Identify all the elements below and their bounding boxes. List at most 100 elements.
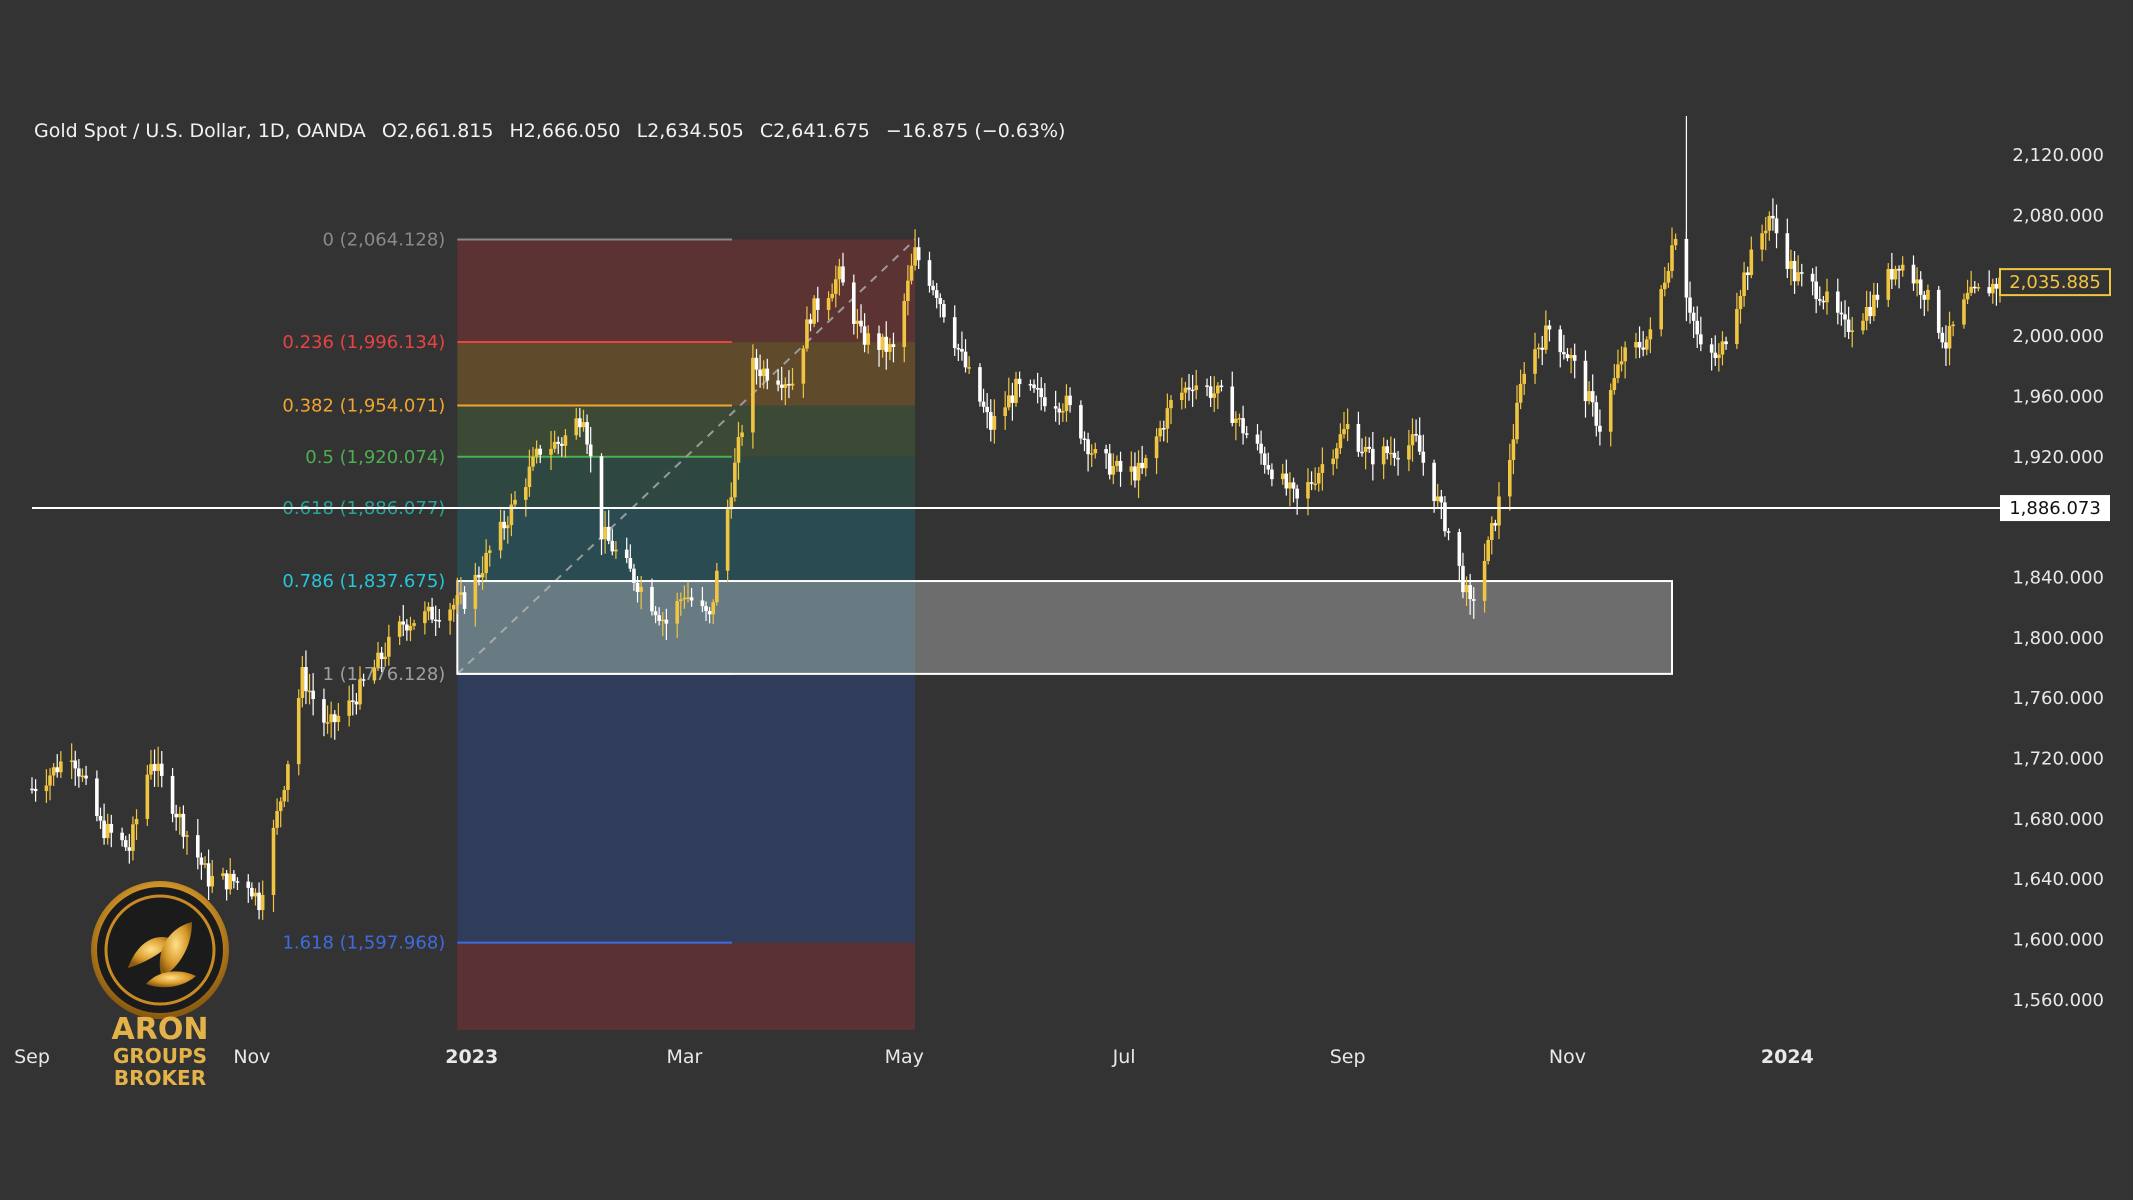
fib-level-label: 1 (1,776.128): [322, 664, 445, 685]
candle-body: [725, 509, 730, 571]
candle-body: [1544, 325, 1548, 350]
candle-body: [700, 600, 705, 607]
candle-body: [1987, 287, 1991, 294]
candle-body: [1619, 361, 1624, 365]
y-tick-label: 1,600.000: [2012, 930, 2104, 951]
candle-body: [588, 444, 593, 457]
candle-body: [985, 406, 989, 413]
candle-body: [1489, 523, 1494, 540]
candle-body: [1284, 473, 1289, 489]
candle-body: [1695, 320, 1700, 335]
candle-body: [397, 621, 402, 637]
open-value: O2,661.815: [381, 120, 494, 142]
candle-body: [296, 697, 301, 765]
candle-body: [1533, 349, 1537, 374]
candle-body: [1255, 434, 1260, 444]
candle-body: [837, 266, 842, 280]
y-tick-label: 1,920.000: [2012, 447, 2104, 468]
candle-body: [779, 384, 784, 388]
candle-body: [462, 592, 467, 609]
candle-body: [610, 540, 615, 552]
candle-body: [1309, 482, 1314, 484]
candle-body: [84, 775, 88, 779]
candle-body: [1810, 273, 1815, 282]
candle-body: [1518, 383, 1523, 403]
logo-line-2: GROUPS: [112, 1044, 208, 1068]
symbol-header: Gold Spot / U.S. Dollar, 1D, OANDA O2,66…: [34, 120, 1075, 142]
candle-body: [830, 293, 834, 299]
candle-body: [1154, 436, 1159, 459]
candle-body: [48, 775, 52, 786]
candle-body: [585, 422, 589, 445]
candle-body: [1432, 462, 1436, 502]
candle-body: [1799, 272, 1804, 274]
candle-body: [1659, 289, 1663, 330]
candle-body: [325, 722, 330, 724]
candle-body: [931, 285, 935, 291]
candle-body: [578, 418, 582, 428]
y-tick-label: 1,720.000: [2012, 749, 2104, 770]
candle-body: [1648, 329, 1653, 340]
logo-line-3: BROKER: [113, 1066, 207, 1090]
candle-body: [581, 422, 586, 428]
candle-body: [657, 615, 661, 621]
candle-body: [347, 700, 351, 716]
candle-body: [336, 715, 341, 723]
candle-body: [866, 333, 871, 345]
candle-body: [1313, 483, 1317, 486]
candle-body: [909, 265, 914, 281]
candle-body: [1976, 287, 1981, 289]
candle-body: [1270, 469, 1274, 480]
candle-body: [902, 300, 907, 348]
gold-price-chart[interactable]: 0 (2,064.128) 0.236 (1,996.134) 0.382 (1,9…: [0, 0, 2133, 1200]
candle-body: [1709, 344, 1714, 353]
candle-body: [751, 357, 755, 433]
candle-body: [1180, 392, 1184, 401]
candle-body: [736, 436, 741, 463]
candle-body: [1216, 385, 1220, 394]
candle-body: [1886, 269, 1891, 300]
candle-body: [1079, 405, 1083, 439]
x-tick-label: Sep: [14, 1046, 50, 1068]
candle-body: [801, 348, 806, 384]
logo-line-1: ARON: [111, 1012, 209, 1047]
candle-body: [1590, 391, 1595, 403]
candle-body: [1691, 312, 1696, 321]
candle-body: [1796, 272, 1800, 282]
candle-body: [1039, 388, 1044, 398]
candle-body: [1962, 299, 1966, 325]
candle-body: [260, 894, 265, 911]
candle-body: [934, 290, 939, 299]
candle-body: [1118, 460, 1123, 472]
candle-body: [1183, 387, 1188, 393]
candle-body: [1713, 352, 1718, 359]
candle-body: [1598, 425, 1602, 432]
support-zone[interactable]: [456, 580, 1673, 675]
candle-body: [1637, 341, 1642, 348]
candle-body: [1774, 218, 1779, 234]
candle-body: [524, 487, 528, 500]
candle-body: [480, 573, 485, 578]
candle-body: [1486, 539, 1490, 561]
candle-body: [1006, 395, 1011, 408]
candle-body: [1540, 347, 1545, 350]
candle-body: [606, 526, 611, 541]
candle-body: [145, 774, 150, 819]
candle-body: [477, 574, 481, 578]
candle-body: [1266, 465, 1271, 470]
candle-body: [149, 764, 153, 775]
candle-body: [549, 448, 553, 455]
candle-body: [131, 824, 135, 851]
candle-body: [1111, 465, 1116, 475]
candle-body: [473, 574, 478, 609]
candle-body: [614, 549, 618, 552]
candle-body: [1356, 424, 1361, 452]
candle-body: [1068, 395, 1072, 406]
candle-body: [185, 835, 189, 837]
candle-body: [531, 456, 535, 467]
candle-body: [1612, 378, 1617, 391]
candle-body: [405, 624, 409, 631]
fib-band: [457, 239, 916, 343]
candle-body: [250, 887, 254, 897]
candle-body: [1965, 292, 1970, 300]
